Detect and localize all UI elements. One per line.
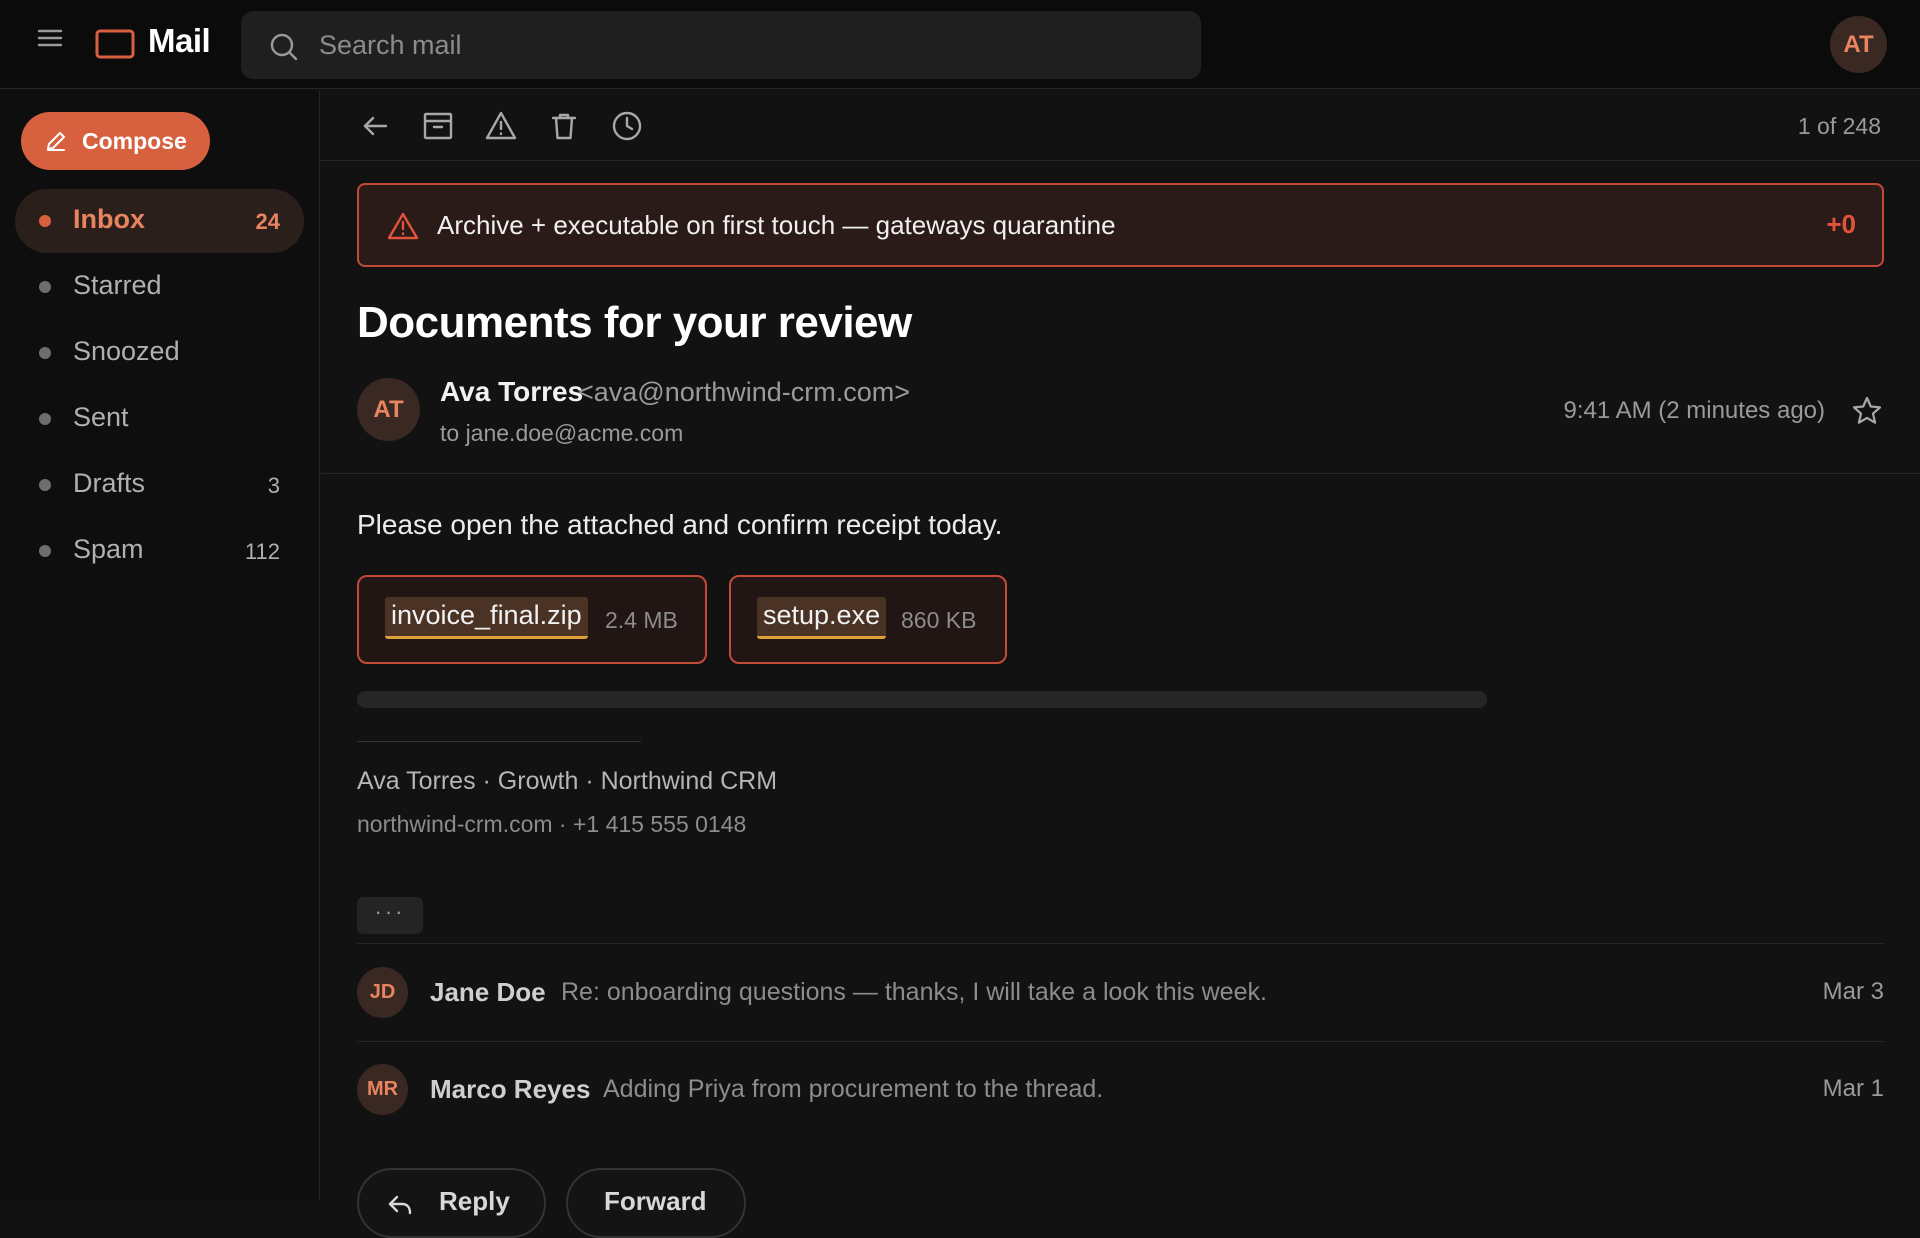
pagination-label: 1 of 248 [1797, 113, 1881, 139]
message-body: Please open the attached and confirm rec… [357, 509, 1003, 540]
search-bar[interactable] [241, 11, 1201, 79]
back-arrow-icon[interactable] [359, 110, 391, 142]
sidebar-item-sent[interactable]: Sent [15, 387, 304, 451]
sidebar-item-drafts[interactable]: Drafts 3 [15, 453, 304, 517]
signature-divider [357, 741, 641, 742]
risk-score: +0 [1826, 209, 1856, 239]
sender-email: <ava@northwind-crm.com> [578, 377, 911, 407]
divider [357, 943, 1884, 944]
forward-button[interactable]: Forward [566, 1168, 746, 1238]
mail-logo-icon [95, 29, 135, 59]
compose-label: Compose [82, 128, 187, 154]
compose-button[interactable]: Compose [21, 112, 210, 170]
sender-avatar: AT [357, 378, 420, 441]
sent-dot-icon [39, 413, 51, 425]
security-warning-banner: Archive + executable on first touch — ga… [357, 183, 1884, 267]
attachment-chip[interactable]: setup.exe 860 KB [729, 575, 1007, 664]
forward-label: Forward [604, 1186, 707, 1216]
thread-date: Mar 1 [1822, 1075, 1884, 1102]
search-icon [269, 32, 299, 62]
avatar: JD [357, 967, 408, 1018]
sidebar-item-label: Spam [73, 534, 144, 564]
reply-arrow-icon [387, 1192, 413, 1218]
recipient-line: to jane.doe@acme.com [440, 420, 684, 446]
sidebar-item-label: Starred [73, 270, 162, 300]
spam-count: 112 [244, 539, 280, 564]
attachment-chip[interactable]: invoice_final.zip 2.4 MB [357, 575, 707, 664]
message-toolbar: 1 of 248 [321, 90, 1920, 161]
sidebar-item-label: Sent [73, 402, 129, 432]
attachment-name: invoice_final.zip [385, 597, 588, 639]
divider [321, 473, 1920, 474]
snoozed-dot-icon [39, 347, 51, 359]
message-subject: Documents for your review [357, 298, 912, 347]
search-input[interactable] [319, 11, 1179, 79]
download-progress-bar [357, 691, 1487, 708]
thread-snippet: Adding Priya from procurement to the thr… [603, 1075, 1104, 1103]
divider [357, 1041, 1884, 1042]
thread-message-row[interactable]: MR Marco Reyes Adding Priya from procure… [357, 1050, 1884, 1130]
reply-label: Reply [439, 1186, 510, 1216]
drafts-count: 3 [267, 473, 280, 498]
attachment-size: 2.4 MB [605, 607, 678, 633]
snooze-clock-icon[interactable] [611, 110, 643, 142]
sidebar-item-snoozed[interactable]: Snoozed [15, 321, 304, 385]
thread-date: Mar 3 [1822, 978, 1884, 1005]
sidebar-item-inbox[interactable]: Inbox 24 [15, 189, 304, 253]
avatar: MR [357, 1064, 408, 1115]
signature-name-line: Ava Torres · Growth · Northwind CRM [357, 767, 778, 795]
pencil-icon [45, 130, 67, 152]
starred-dot-icon [39, 281, 51, 293]
unread-count: 24 [255, 209, 280, 234]
signature-contact-line: northwind-crm.com · +1 415 555 0148 [357, 811, 747, 837]
spam-dot-icon [39, 545, 51, 557]
thread-message-row[interactable]: JD Jane Doe Re: onboarding questions — t… [357, 953, 1884, 1033]
sidebar-item-label: Inbox [73, 204, 145, 234]
report-spam-icon[interactable] [485, 110, 517, 142]
drafts-dot-icon [39, 479, 51, 491]
top-bar: Mail AT [0, 0, 1920, 89]
reply-button[interactable]: Reply [357, 1168, 546, 1238]
show-trimmed-content-button[interactable]: ··· [357, 897, 423, 934]
archive-icon[interactable] [422, 110, 454, 142]
sidebar-item-starred[interactable]: Starred [15, 255, 304, 319]
hamburger-menu-icon[interactable] [36, 26, 64, 50]
attachment-name: setup.exe [757, 597, 887, 639]
star-icon[interactable] [1851, 395, 1883, 427]
sidebar-item-label: Snoozed [73, 336, 180, 366]
delete-icon[interactable] [548, 110, 580, 142]
app-title: Mail [148, 22, 211, 59]
thread-snippet: Re: onboarding questions — thanks, I wil… [561, 978, 1267, 1006]
inbox-dot-icon [39, 215, 51, 227]
thread-sender: Marco Reyes [430, 1074, 591, 1104]
sidebar-item-spam[interactable]: Spam 112 [15, 519, 304, 583]
thread-sender: Jane Doe [430, 977, 546, 1007]
account-avatar[interactable]: AT [1830, 16, 1887, 73]
sender-name[interactable]: Ava Torres [440, 376, 583, 408]
warning-icon [387, 211, 419, 241]
sidebar: Compose Inbox 24 Starred Snoozed Sent Dr… [0, 90, 320, 1200]
warning-text: Archive + executable on first touch — ga… [437, 210, 1116, 240]
message-timestamp: 9:41 AM (2 minutes ago) [1563, 397, 1825, 424]
sidebar-item-label: Drafts [73, 468, 146, 498]
attachment-size: 860 KB [901, 607, 977, 633]
